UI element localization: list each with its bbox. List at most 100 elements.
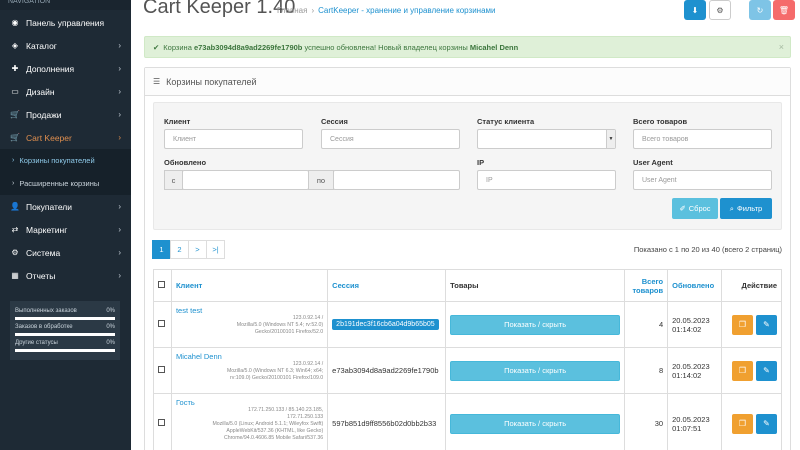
date-from-addon: с <box>164 170 183 190</box>
total-items: 30 <box>624 393 669 450</box>
row-checkbox[interactable] <box>158 366 165 373</box>
total-input[interactable]: Всего товаров <box>633 129 772 149</box>
date-from-input[interactable] <box>182 170 309 190</box>
updated-time: 01:07:51 <box>672 423 702 433</box>
search-icon: ⌕ <box>729 203 734 213</box>
pencil-icon: ✎ <box>763 419 770 428</box>
download-icon: ⬇ <box>691 5 699 15</box>
row-checkbox[interactable] <box>158 419 165 426</box>
updated-time: 01:14:02 <box>672 324 702 334</box>
sidebar-item-покупатели[interactable]: 👤 Покупатели › <box>0 195 131 218</box>
puzzle-icon: ✚ <box>11 64 19 73</box>
sort-updated[interactable]: Обновлено <box>672 281 714 290</box>
status-select[interactable]: ▼ <box>477 129 616 149</box>
reset-button[interactable]: ✐ Сброс <box>672 198 718 219</box>
sort-client[interactable]: Клиент <box>176 281 202 290</box>
sort-session[interactable]: Сессия <box>332 281 359 290</box>
sidebar-item-label: Продажи <box>26 109 62 120</box>
table-row: Гость 172.71.250.133 / 85.140.23.185, 172… <box>153 393 782 450</box>
settings-button[interactable]: ⚙ <box>709 0 731 20</box>
edit-cart-button[interactable]: ✎ <box>756 413 777 434</box>
client-name[interactable]: Micahel Denn <box>176 352 323 361</box>
ip-label: IP <box>477 158 485 167</box>
session-label: Сессия <box>321 117 348 126</box>
page-title: Cart Keeper 1.40 <box>143 0 296 18</box>
close-icon[interactable]: × <box>779 42 784 52</box>
page-1[interactable]: 1 <box>152 240 171 259</box>
sidebar-item-отчеты[interactable]: ▦ Отчеты › <box>0 264 131 287</box>
dashboard-icon: ◉ <box>11 18 19 27</box>
monitor-icon: ▭ <box>11 87 19 96</box>
show-hide-products-button[interactable]: Показать / скрыть <box>450 314 621 335</box>
progress-bar <box>15 349 115 352</box>
copy-icon: ❐ <box>738 419 747 428</box>
sidebar-item-дизайн[interactable]: ▭ Дизайн › <box>0 80 131 103</box>
tag-icon: ◈ <box>11 41 19 50</box>
breadcrumb-cartkeeper[interactable]: CartKeeper - хранение и управление корзи… <box>318 6 495 15</box>
stat-label: Выполненных заказов <box>15 308 77 314</box>
copy-cart-button[interactable]: ❐ <box>732 314 753 335</box>
client-info: 123.0.92.14 /Mozilla/5.0 (Windows NT 5.4… <box>176 315 323 336</box>
chevron-right-icon: › <box>118 248 121 257</box>
page-next[interactable]: > <box>188 240 207 259</box>
client-input[interactable]: Клиент <box>164 129 303 149</box>
products-header: Товары <box>445 269 626 302</box>
sidebar-item-продажи[interactable]: 🛒 Продажи › <box>0 103 131 126</box>
filter-button[interactable]: ⌕ Фильтр <box>720 198 772 219</box>
client-info-line: Mozilla/5.0 (Windows NT 6.3; Win64; x64; <box>226 368 324 374</box>
row-checkbox[interactable] <box>158 320 165 327</box>
delete-button[interactable]: 🗑 <box>773 0 795 20</box>
sidebar-item-система[interactable]: ⚙ Система › <box>0 241 131 264</box>
sort-total[interactable]: Всего товаров <box>632 277 663 295</box>
page-2[interactable]: 2 <box>170 240 189 259</box>
ua-label: User Agent <box>633 158 673 167</box>
sidebar-item-каталог[interactable]: ◈ Каталог › <box>0 34 131 57</box>
sidebar-subitem-customer-carts[interactable]: › Корзины покупателей <box>0 149 131 172</box>
sidebar-item-label: Покупатели <box>26 201 72 212</box>
success-alert: ✔ Корзина e73ab3094d8a9ad2269fe1790b усп… <box>144 36 791 58</box>
table-header: Клиент Сессия Товары Всего товаров Обнов… <box>153 269 782 302</box>
breadcrumb-separator: › <box>311 6 315 15</box>
edit-cart-button[interactable]: ✎ <box>756 314 777 335</box>
user-agent-input[interactable]: User Agent <box>633 170 772 190</box>
copy-cart-button[interactable]: ❐ <box>732 413 753 434</box>
date-to-input[interactable] <box>333 170 460 190</box>
sidebar-item-label: Маркетинг <box>26 224 68 235</box>
sidebar-item-панель-управления[interactable]: ◉ Панель управления <box>0 11 131 34</box>
select-all-checkbox[interactable] <box>158 281 165 288</box>
sidebar-item-дополнения[interactable]: ✚ Дополнения › <box>0 57 131 80</box>
chevron-right-icon: › <box>118 41 121 50</box>
client-info-line: 123.0.92.14 / <box>292 361 324 367</box>
actions-header: Действие <box>721 269 782 302</box>
chevron-right-icon: › <box>118 110 121 119</box>
stat-value: 0% <box>106 324 115 330</box>
refresh-button[interactable]: ↻ <box>749 0 771 20</box>
session-id: e73ab3094d8a9ad2269fe1790b <box>332 366 439 375</box>
sidebar-subitem-extended-carts[interactable]: › Расширенные корзины <box>0 172 131 195</box>
eraser-icon: ✐ <box>679 204 686 213</box>
sidebar-item-маркетинг[interactable]: ⇄ Маркетинг › <box>0 218 131 241</box>
client-info: 123.0.92.14 /Mozilla/5.0 (Windows NT 6.3… <box>176 361 323 382</box>
show-hide-products-button[interactable]: Показать / скрыть <box>450 413 621 434</box>
sidebar-item-label: Отчеты <box>26 270 56 281</box>
pencil-icon: ✎ <box>763 366 770 375</box>
cart-icon: 🛒 <box>10 110 20 119</box>
show-hide-products-button[interactable]: Показать / скрыть <box>450 360 621 381</box>
page-last[interactable]: >| <box>206 240 225 259</box>
sidebar-item-label: Cart Keeper <box>26 132 72 143</box>
client-name[interactable]: Гость <box>176 398 323 407</box>
ip-input[interactable]: IP <box>477 170 616 190</box>
updated-date: 20.05.2023 <box>672 361 710 371</box>
gear-icon: ⚙ <box>11 248 19 257</box>
chevron-right-icon: › <box>118 64 121 73</box>
copy-cart-button[interactable]: ❐ <box>732 360 753 381</box>
stat-label: Другие статусы <box>15 340 58 346</box>
download-button[interactable]: ⬇ <box>684 0 706 20</box>
client-info-line: Gecko/20100101 Firefox/52.0 <box>254 329 324 335</box>
sidebar-item-cart-keeper[interactable]: 🛒 Cart Keeper › <box>0 126 131 149</box>
page-header: Cart Keeper 1.40 Главная › CartKeeper - … <box>131 0 800 28</box>
edit-cart-button[interactable]: ✎ <box>756 360 777 381</box>
breadcrumb-home[interactable]: Главная <box>277 6 307 15</box>
session-input[interactable]: Сессия <box>321 129 460 149</box>
client-name[interactable]: test test <box>176 306 323 315</box>
